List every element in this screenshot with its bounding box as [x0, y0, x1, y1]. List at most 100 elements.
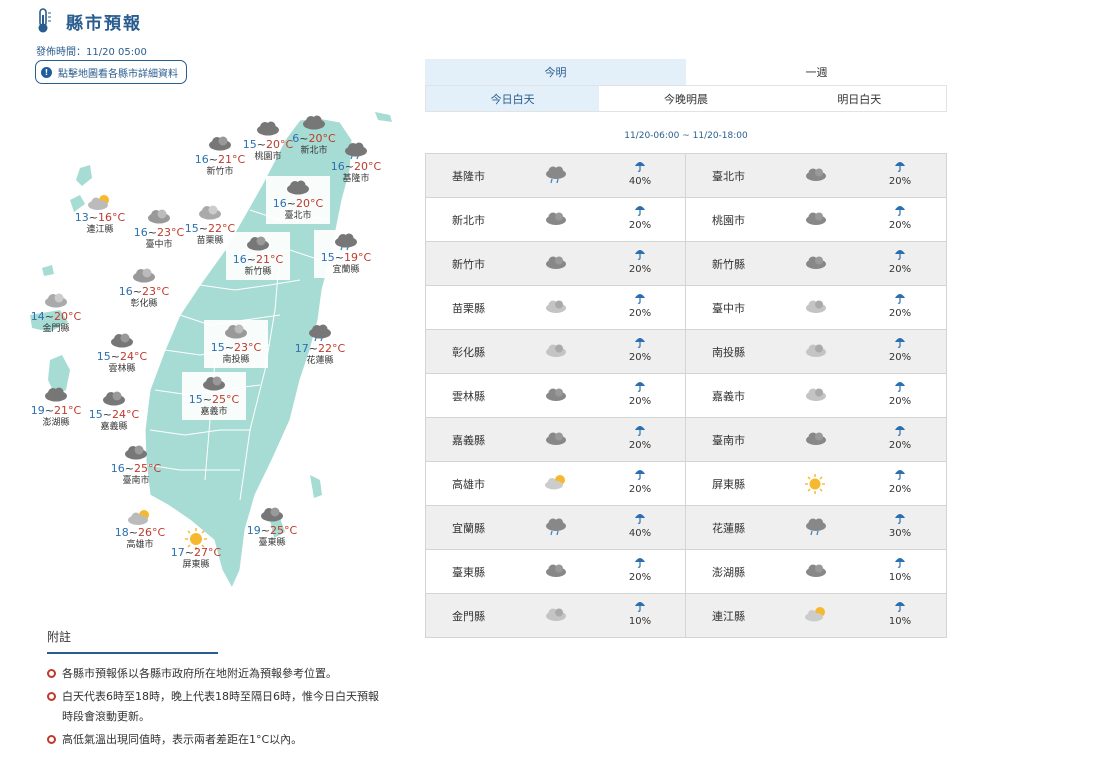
city-name[interactable]: 新北市: [452, 212, 485, 228]
rain-percent: 20%: [628, 396, 652, 407]
table-row: 新北市 20% 桃園市 20%: [426, 198, 947, 242]
forecast-cell[interactable]: 臺北市 20%: [686, 154, 947, 198]
map-city[interactable]: 15~24°C 嘉義縣: [82, 390, 146, 433]
city-name[interactable]: 桃園市: [712, 212, 745, 228]
forecast-cell[interactable]: 南投縣 20%: [686, 330, 947, 374]
issue-time: 發佈時間：11/20 05:00: [36, 47, 147, 58]
umbrella-icon: [884, 380, 916, 392]
table-row: 雲林縣 20% 嘉義市 20%: [426, 374, 947, 418]
map-city[interactable]: 16~21°C 新竹縣: [226, 232, 290, 280]
rain-percent: 10%: [888, 616, 912, 627]
city-name[interactable]: 臺東縣: [452, 564, 485, 580]
map-city[interactable]: 15~25°C 嘉義市: [182, 372, 246, 420]
cloud-icon: [287, 180, 309, 195]
city-name[interactable]: 宜蘭縣: [452, 520, 485, 536]
umbrella-icon: [884, 424, 916, 436]
cloud-icon: [111, 333, 133, 348]
city-name[interactable]: 雲林縣: [452, 388, 485, 404]
map-city[interactable]: 18~26°C 高雄市: [108, 508, 172, 551]
city-name[interactable]: 連江縣: [712, 608, 745, 624]
rain-probability: 20%: [624, 380, 656, 407]
map-city[interactable]: 15~24°C 雲林縣: [90, 332, 154, 375]
forecast-cell[interactable]: 澎湖縣 10%: [686, 550, 947, 594]
city-name[interactable]: 澎湖縣: [712, 564, 745, 580]
tab-tomorrow-day[interactable]: 明日白天: [772, 86, 946, 111]
cloud-icon: [544, 562, 568, 581]
notes-divider: [47, 652, 218, 654]
map-city[interactable]: 13~16°C 連江縣: [68, 193, 132, 236]
city-name[interactable]: 金門縣: [452, 608, 485, 624]
forecast-cell[interactable]: 新北市 20%: [426, 198, 686, 242]
city-name[interactable]: 新竹縣: [712, 256, 745, 272]
forecast-cell[interactable]: 宜蘭縣 40%: [426, 506, 686, 550]
table-row: 金門縣 10% 連江縣 10%: [426, 594, 947, 638]
umbrella-icon: [884, 468, 916, 480]
period-range: 11/20-06:00 ~ 11/20-18:00: [624, 131, 748, 141]
map-city[interactable]: 19~25°C 臺東縣: [240, 506, 304, 549]
map-city[interactable]: 19~21°C 澎湖縣: [24, 386, 88, 429]
city-name[interactable]: 花蓮縣: [712, 520, 745, 536]
forecast-cell[interactable]: 新竹市 20%: [426, 242, 686, 286]
map-city[interactable]: 17~22°C 花蓮縣: [288, 324, 352, 367]
map-city[interactable]: 16~20°C 臺北市: [266, 176, 330, 224]
city-name[interactable]: 臺中市: [712, 300, 745, 316]
umbrella-icon: [624, 248, 656, 260]
rain-probability: 30%: [884, 512, 916, 539]
city-name[interactable]: 彰化縣: [452, 344, 485, 360]
forecast-cell[interactable]: 雲林縣 20%: [426, 374, 686, 418]
rain-percent: 40%: [628, 176, 652, 187]
forecast-cell[interactable]: 屏東縣 20%: [686, 462, 947, 506]
city-name[interactable]: 嘉義市: [712, 388, 745, 404]
forecast-cell[interactable]: 新竹縣 20%: [686, 242, 947, 286]
city-name[interactable]: 屏東縣: [712, 476, 745, 492]
city-name[interactable]: 臺北市: [712, 168, 745, 184]
city-name[interactable]: 高雄市: [452, 476, 485, 492]
forecast-cell[interactable]: 臺南市 20%: [686, 418, 947, 462]
cloud-icon: [125, 445, 147, 460]
rain-probability: 20%: [884, 160, 916, 187]
city-name[interactable]: 臺南市: [712, 432, 745, 448]
map-city[interactable]: 14~20°C 金門縣: [24, 292, 88, 335]
tab-tonight[interactable]: 今晚明晨: [599, 86, 773, 111]
forecast-cell[interactable]: 桃園市 20%: [686, 198, 947, 242]
forecast-cell[interactable]: 苗栗縣 20%: [426, 286, 686, 330]
cloudy-icon: [148, 209, 170, 224]
forecast-cell[interactable]: 基隆市 40%: [426, 154, 686, 198]
cloudy-icon: [203, 376, 225, 391]
cloud-icon: [209, 136, 231, 151]
cloudy-icon: [133, 268, 155, 283]
taiwan-map[interactable]: 6~20°C 新北市 15~20°C 桃園市 16~21°C 新竹市 16~20…: [0, 100, 410, 600]
notes-list: 各縣市預報係以各縣市政府所在地附近為預報參考位置。 白天代表6時至18時，晚上代…: [47, 664, 387, 753]
rain-percent: 40%: [628, 528, 652, 539]
map-hint-button[interactable]: ! 點擊地圖看各縣市詳細資料: [35, 60, 187, 84]
forecast-cell[interactable]: 臺中市 20%: [686, 286, 947, 330]
map-city[interactable]: 16~20°C 基隆市: [324, 142, 388, 185]
forecast-cell[interactable]: 金門縣 10%: [426, 594, 686, 638]
city-name[interactable]: 嘉義縣: [452, 432, 485, 448]
umbrella-icon: [884, 512, 916, 524]
forecast-cell[interactable]: 嘉義縣 20%: [426, 418, 686, 462]
rain-percent: 20%: [888, 484, 912, 495]
umbrella-icon: [884, 292, 916, 304]
city-name[interactable]: 新竹市: [452, 256, 485, 272]
forecast-cell[interactable]: 連江縣 10%: [686, 594, 947, 638]
map-city[interactable]: 15~19°C 宜蘭縣: [314, 230, 378, 278]
forecast-cell[interactable]: 高雄市 20%: [426, 462, 686, 506]
city-name[interactable]: 南投縣: [712, 344, 745, 360]
map-city[interactable]: 17~27°C 屏東縣: [164, 528, 228, 571]
forecast-cell[interactable]: 臺東縣 20%: [426, 550, 686, 594]
tab-week[interactable]: 一週: [686, 59, 947, 85]
rain-percent: 30%: [888, 528, 912, 539]
map-city[interactable]: 15~23°C 南投縣: [204, 320, 268, 368]
forecast-cell[interactable]: 嘉義市 20%: [686, 374, 947, 418]
forecast-cell[interactable]: 花蓮縣 30%: [686, 506, 947, 550]
tab-today-tomorrow[interactable]: 今明: [425, 59, 686, 85]
tab-today-day[interactable]: 今日白天: [426, 86, 600, 111]
umbrella-icon: [624, 556, 656, 568]
city-name[interactable]: 苗栗縣: [452, 300, 485, 316]
map-city[interactable]: 16~23°C 彰化縣: [112, 267, 176, 310]
map-city[interactable]: 16~25°C 臺南市: [104, 444, 168, 487]
map-city[interactable]: 16~21°C 新竹市: [188, 135, 252, 178]
city-name[interactable]: 基隆市: [452, 168, 485, 184]
forecast-cell[interactable]: 彰化縣 20%: [426, 330, 686, 374]
